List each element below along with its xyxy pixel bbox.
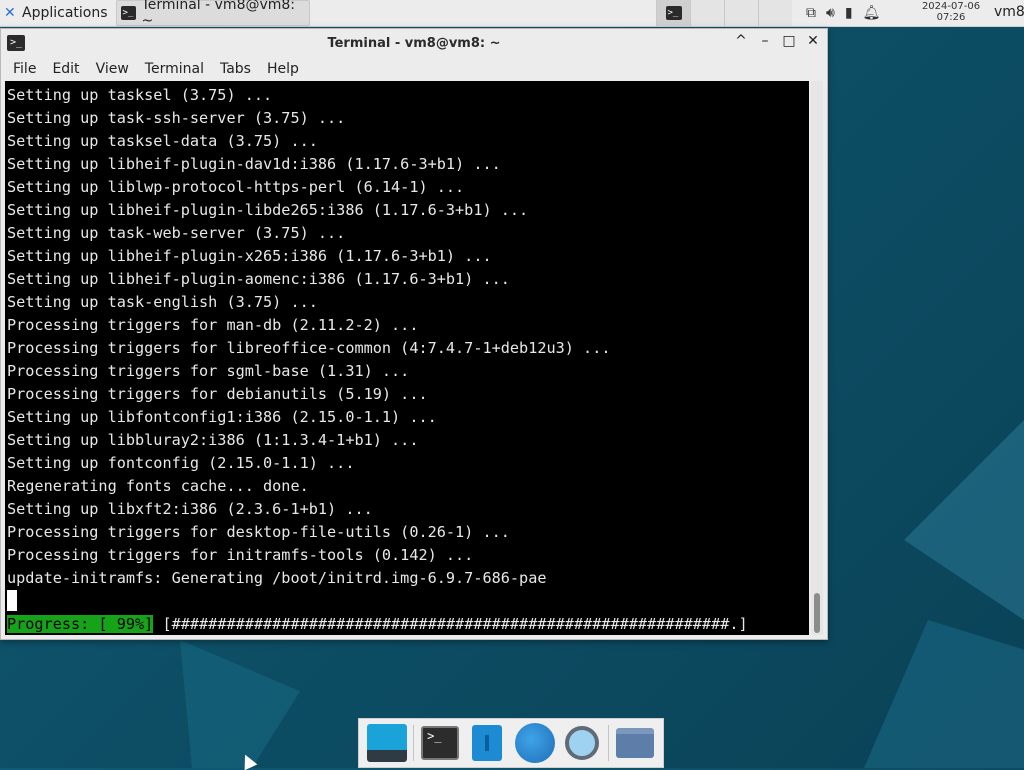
terminal-line: Processing triggers for man-db (2.11.2-2…: [7, 316, 419, 334]
web-browser-launcher[interactable]: [514, 722, 556, 764]
dock-separator: [608, 725, 610, 761]
close-button[interactable]: ✕: [805, 33, 821, 49]
terminal-window: >_ Terminal - vm8@vm8: ~ ^ – □ ✕ File Ed…: [0, 28, 828, 640]
terminal-launcher[interactable]: >_: [419, 722, 461, 764]
terminal-line: Setting up libheif-plugin-x265:i386 (1.1…: [7, 247, 492, 265]
terminal-line: Setting up tasksel-data (3.75) ...: [7, 132, 318, 150]
progress-line: Progress: [ 99%] [######################…: [7, 613, 748, 635]
terminal-icon: >_: [421, 726, 460, 760]
workspace-1[interactable]: >_: [656, 0, 690, 26]
terminal-line: Setting up libheif-plugin-aomenc:i386 (1…: [7, 270, 510, 288]
folder-launcher[interactable]: [614, 722, 656, 764]
dock: >_: [358, 718, 664, 768]
terminal-line: Setting up libxft2:i386 (2.3.6-1+b1) ...: [7, 500, 373, 518]
file-manager-icon: [472, 725, 503, 761]
user-menu[interactable]: vm8: [994, 4, 1024, 20]
terminal-line: Regenerating fonts cache... done.: [7, 477, 309, 495]
menu-edit[interactable]: Edit: [44, 61, 87, 77]
terminal-line: Processing triggers for desktop-file-uti…: [7, 523, 510, 541]
terminal-line: Setting up libfontconfig1:i386 (2.15.0-1…: [7, 408, 437, 426]
terminal-line: Processing triggers for libreoffice-comm…: [7, 339, 611, 357]
folder-icon: [616, 728, 655, 758]
minimize-button[interactable]: –: [757, 33, 773, 49]
window-controls: ^ – □ ✕: [733, 33, 821, 49]
top-panel: ✕ Applications >_ Terminal - vm8@vm8: ~ …: [0, 0, 1024, 29]
menu-view[interactable]: View: [88, 61, 137, 77]
terminal-line: Setting up task-web-server (3.75) ...: [7, 224, 346, 242]
menu-terminal[interactable]: Terminal: [137, 61, 212, 77]
terminal-icon: >_: [665, 6, 682, 20]
terminal-scrollbar[interactable]: [811, 81, 823, 635]
terminal-icon: >_: [120, 6, 136, 20]
workspace-switcher: >_: [656, 0, 792, 26]
shade-button[interactable]: ^: [733, 33, 749, 49]
app-finder-launcher[interactable]: [561, 722, 603, 764]
terminal-line: Setting up fontconfig (2.15.0-1.1) ...: [7, 454, 355, 472]
clock[interactable]: 2024-07-06 07:26: [912, 1, 990, 23]
taskbar-terminal-button[interactable]: >_ Terminal - vm8@vm8: ~: [115, 0, 310, 29]
workspace-2[interactable]: [690, 0, 724, 26]
terminal-line: Setting up libheif-plugin-dav1d:i386 (1.…: [7, 155, 501, 173]
system-tray: ⧉ 🔊︎ ▮ 🔔︎: [806, 0, 880, 26]
clock-time: 07:26: [936, 12, 966, 23]
terminal-line: update-initramfs: Generating /boot/initr…: [7, 569, 547, 587]
terminal-line: Processing triggers for initramfs-tools …: [7, 546, 474, 564]
battery-icon[interactable]: ▮: [845, 5, 853, 21]
terminal-line: Setting up task-english (3.75) ...: [7, 293, 318, 311]
app-finder-icon: [564, 726, 599, 760]
desktop-decoration: [904, 420, 1024, 620]
window-title: Terminal - vm8@vm8: ~: [327, 35, 501, 51]
volume-icon[interactable]: 🔊︎: [826, 5, 835, 21]
window-titlebar[interactable]: >_ Terminal - vm8@vm8: ~ ^ – □ ✕: [1, 29, 827, 57]
terminal-icon: >_: [7, 35, 25, 51]
terminal-line: Setting up task-ssh-server (3.75) ...: [7, 109, 346, 127]
terminal-line: Setting up libbluray2:i386 (1:1.3.4-1+b1…: [7, 431, 419, 449]
desktop-icon: [366, 724, 407, 762]
terminal-line: Processing triggers for debianutils (5.1…: [7, 385, 428, 403]
terminal-line: Setting up tasksel (3.75) ...: [7, 86, 273, 104]
workspace-4[interactable]: [758, 0, 792, 26]
terminal-line: Setting up libheif-plugin-libde265:i386 …: [7, 201, 529, 219]
terminal-output[interactable]: Setting up tasksel (3.75) ... Setting up …: [5, 81, 809, 635]
menu-file[interactable]: File: [5, 61, 44, 77]
desktop-decoration: [180, 640, 300, 768]
taskbar-terminal-label: Terminal - vm8@vm8: ~: [141, 0, 296, 29]
show-desktop-button[interactable]: [366, 722, 408, 764]
terminal-line: Setting up liblwp-protocol-https-perl (6…: [7, 178, 465, 196]
network-icon[interactable]: ⧉: [806, 5, 816, 21]
progress-bar: [#######################################…: [153, 615, 748, 633]
menu-help[interactable]: Help: [259, 61, 307, 77]
menubar: File Edit View Terminal Tabs Help: [1, 57, 827, 81]
text-cursor: [7, 590, 17, 611]
terminal-line: Processing triggers for sgml-base (1.31)…: [7, 362, 410, 380]
applications-label: Applications: [22, 5, 108, 21]
maximize-button[interactable]: □: [781, 33, 797, 49]
menu-tabs[interactable]: Tabs: [212, 61, 259, 77]
terminal-lines: Setting up tasksel (3.75) ... Setting up …: [7, 84, 610, 590]
desktop-decoration: [864, 620, 1024, 768]
scrollbar-thumb[interactable]: [814, 593, 820, 633]
file-manager-launcher[interactable]: [466, 722, 508, 764]
clock-date: 2024-07-06: [921, 1, 981, 12]
applications-menu-button[interactable]: ✕ Applications: [0, 0, 112, 26]
workspace-3[interactable]: [724, 0, 758, 26]
notification-bell-icon[interactable]: 🔔︎: [863, 5, 881, 21]
progress-label: Progress: [ 99%]: [7, 615, 154, 633]
xfce-logo-icon: ✕: [4, 5, 16, 21]
web-browser-icon: [514, 723, 555, 763]
dock-separator: [412, 725, 414, 761]
